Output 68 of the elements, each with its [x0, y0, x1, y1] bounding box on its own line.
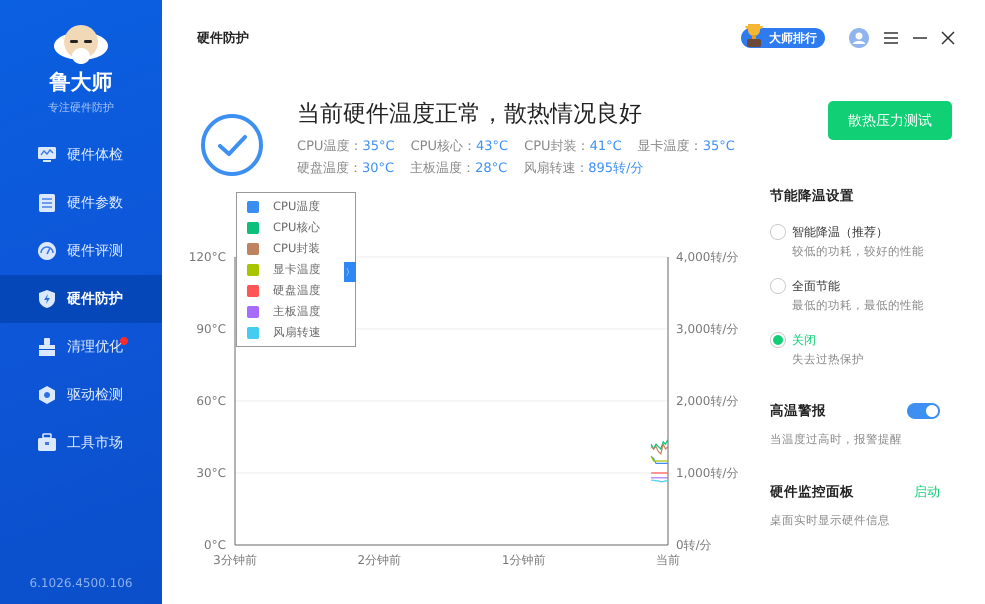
status-headline: 当前硬件温度正常，散热情况良好	[297, 100, 643, 129]
sensor-reading: CPU封装：41°C	[524, 138, 622, 155]
option-description: 较低的功耗，较好的性能	[792, 244, 924, 259]
app-name: 鲁大师	[50, 69, 112, 96]
legend-label: 显卡温度	[273, 262, 321, 277]
toggle-switch[interactable]	[907, 403, 940, 419]
y-axis-label: 4,000转/分	[676, 250, 738, 264]
legend-collapse-button[interactable]: 〉	[344, 262, 356, 282]
section-description: 桌面实时显示硬件信息	[770, 513, 891, 528]
radio-button[interactable]	[770, 332, 786, 348]
x-axis-label: 2分钟前	[358, 553, 402, 567]
sensor-reading: 硬盘温度：30°C	[297, 160, 394, 177]
gauge-icon	[37, 241, 57, 261]
sensor-reading: CPU温度：35°C	[297, 138, 395, 155]
monitor-chart-icon	[37, 145, 57, 165]
y-axis-label: 1,000转/分	[676, 466, 738, 480]
y-axis-label: 90°C	[196, 322, 226, 336]
legend-label: CPU温度	[273, 199, 320, 214]
section-title: 节能降温设置	[770, 187, 855, 205]
y-axis-label: 120°C	[188, 250, 226, 264]
x-axis-label: 3分钟前	[213, 553, 257, 567]
nav-item[interactable]: 硬件评测	[0, 227, 162, 275]
hex-nut-icon	[37, 385, 57, 405]
mascot-logo-icon	[53, 22, 109, 66]
section-title: 高温警报	[770, 402, 826, 420]
section-title: 硬件监控面板	[770, 483, 854, 501]
y-axis-label: 3,000转/分	[676, 322, 738, 336]
legend-label: 主板温度	[273, 304, 321, 319]
legend-label: CPU核心	[273, 220, 320, 235]
y-axis-label: 30°C	[196, 466, 226, 480]
legend-label: 风扇转速	[273, 325, 321, 340]
minimize-icon[interactable]	[913, 37, 927, 39]
app-slogan: 专注硬件防护	[48, 100, 114, 115]
close-icon[interactable]	[941, 31, 955, 45]
radio-button[interactable]	[770, 224, 786, 240]
y-axis-label: 0转/分	[676, 538, 712, 552]
sensor-reading: 风扇转速：895转/分	[523, 160, 644, 177]
version-text: 6.1026.4500.106	[29, 576, 133, 590]
x-axis-label: 当前	[656, 553, 680, 567]
option-label: 关闭	[792, 332, 817, 349]
option-description: 失去过热保护	[792, 352, 864, 367]
nav-item[interactable]: 驱动检测	[0, 371, 162, 419]
brush-icon	[37, 337, 57, 357]
legend-label: CPU封装	[273, 241, 320, 256]
shield-bolt-icon	[37, 289, 57, 309]
toolbox-icon	[37, 433, 57, 453]
nav-item[interactable]: 硬件体检	[0, 131, 162, 179]
legend-label: 硬盘温度	[273, 283, 321, 298]
option-label: 全面节能	[792, 278, 841, 295]
y-axis-label: 0°C	[204, 538, 226, 552]
nav-item[interactable]: 硬件参数	[0, 179, 162, 227]
nav-item[interactable]: 硬件防护	[0, 275, 162, 323]
sensor-reading: CPU核心：43°C	[410, 138, 508, 155]
option-label: 智能降温（推荐）	[792, 224, 889, 241]
radio-button[interactable]	[770, 278, 786, 294]
y-axis-label: 2,000转/分	[676, 394, 738, 408]
page-title: 硬件防护	[197, 30, 249, 47]
y-axis-label: 60°C	[196, 394, 226, 408]
nav-item[interactable]: 清理优化	[0, 323, 162, 371]
sensor-reading: 显卡温度：35°C	[638, 138, 735, 155]
sensor-reading: 主板温度：28°C	[410, 160, 508, 177]
user-avatar-icon[interactable]	[849, 28, 869, 48]
check-circle-icon	[200, 113, 264, 177]
option-description: 最低的功耗，最低的性能	[792, 298, 924, 313]
nav-item[interactable]: 工具市场	[0, 419, 162, 467]
x-axis-label: 1分钟前	[502, 553, 546, 567]
menu-icon[interactable]	[883, 31, 899, 45]
section-description: 当温度过高时，报警提醒	[770, 432, 903, 447]
